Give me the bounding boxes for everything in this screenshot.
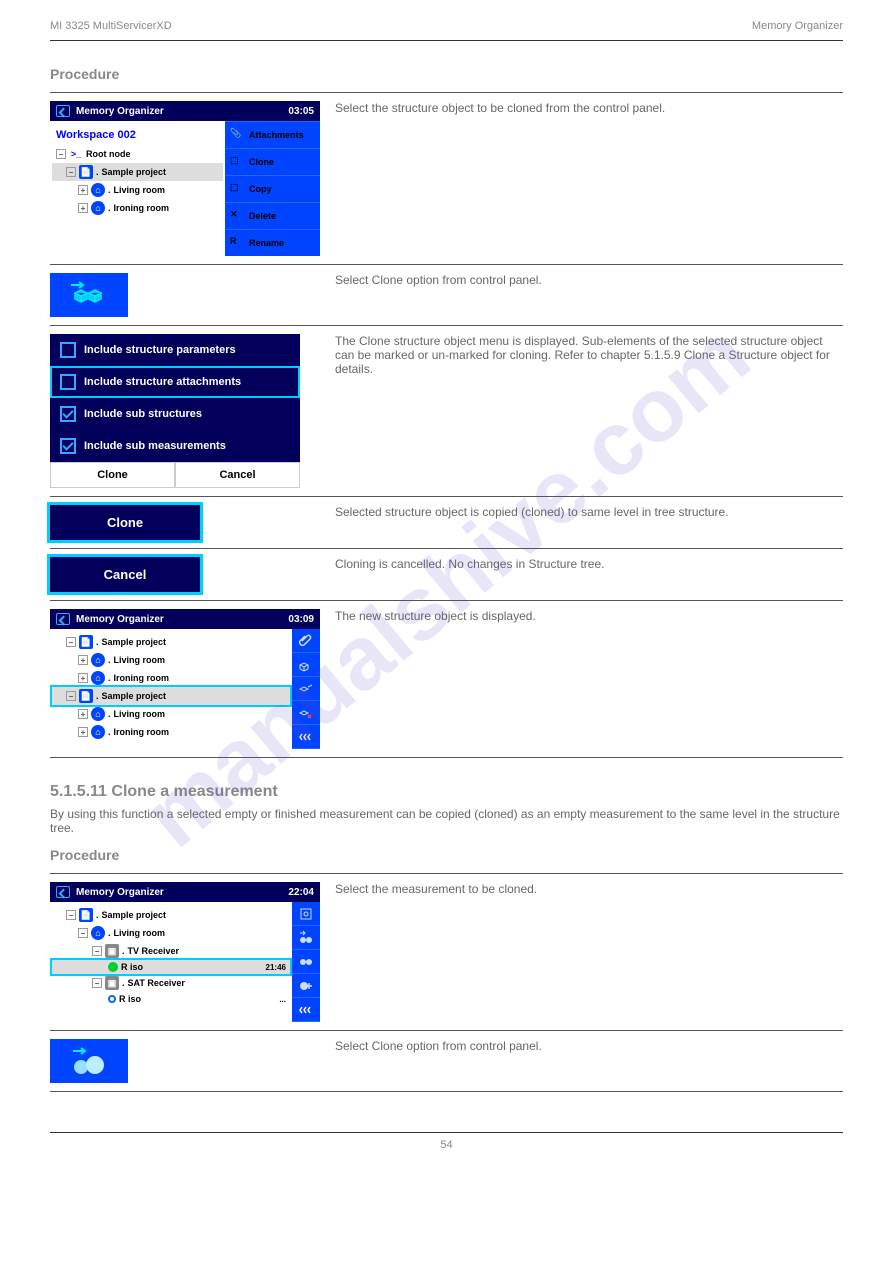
- back-icon[interactable]: [56, 886, 70, 898]
- clone-circles-icon-button[interactable]: [50, 1039, 128, 1083]
- tree-node[interactable]: Sample project: [102, 637, 167, 647]
- option-label: Include structure parameters: [84, 344, 236, 356]
- clone-box-icon[interactable]: [292, 653, 320, 677]
- back-icon[interactable]: [56, 613, 70, 625]
- step-description: Select the structure object to be cloned…: [335, 101, 843, 115]
- tree-node[interactable]: R iso: [121, 962, 143, 972]
- menu-attachments[interactable]: 📎Attachments: [225, 121, 320, 148]
- back-icon[interactable]: [56, 105, 70, 117]
- page-number: 54: [440, 1139, 452, 1151]
- option-label: Include structure attachments: [84, 376, 241, 388]
- cancel-button[interactable]: Cancel: [50, 557, 200, 592]
- device-screen-3: Memory Organizer 22:04 −📄.Sample project…: [50, 882, 320, 1022]
- attach-icon[interactable]: [292, 629, 320, 653]
- device-screen-2: Memory Organizer 03:09 −📄.Sample project…: [50, 609, 320, 749]
- tree-node[interactable]: SAT Receiver: [128, 978, 185, 988]
- option-label: Include sub structures: [84, 408, 202, 420]
- screen-time: 03:05: [288, 106, 314, 117]
- copy-circle-icon[interactable]: [292, 950, 320, 974]
- step-description: Select Clone option from control panel.: [335, 273, 843, 287]
- screen-title: Memory Organizer: [76, 614, 282, 625]
- clone-options-dialog: Include structure parameters Include str…: [50, 334, 300, 488]
- clone-circle-icon[interactable]: [292, 926, 320, 950]
- menu-rename[interactable]: RRename: [225, 229, 320, 256]
- expand-icon[interactable]: +: [78, 203, 88, 213]
- workspace-name: Workspace 002: [52, 125, 223, 145]
- step-description: The Clone structure object menu is displ…: [335, 334, 843, 376]
- screen-title: Memory Organizer: [76, 106, 282, 117]
- tree-node[interactable]: Living room: [114, 928, 166, 938]
- step-description: The new structure object is displayed.: [335, 609, 843, 623]
- tree-node[interactable]: Sample project: [102, 910, 167, 920]
- tree-node[interactable]: Ironing room: [114, 203, 170, 213]
- section-title: 5.1.5.11 Clone a measurement: [50, 783, 843, 801]
- step-description: Selected structure object is copied (clo…: [335, 505, 843, 519]
- clone-icon-button[interactable]: [50, 273, 128, 317]
- device-screen-1: Memory Organizer 03:05 Workspace 002 −>_…: [50, 101, 320, 256]
- side-toolbar: [292, 629, 320, 749]
- tree-node[interactable]: Living room: [114, 709, 166, 719]
- menu-clone[interactable]: ⬚Clone: [225, 148, 320, 175]
- tree-node[interactable]: TV Receiver: [128, 946, 180, 956]
- tree-node[interactable]: Living room: [114, 185, 166, 195]
- screen-time: 22:04: [288, 887, 314, 898]
- tree-node[interactable]: Ironing room: [114, 727, 170, 737]
- dialog-cancel-button[interactable]: Cancel: [175, 462, 300, 488]
- tree-node[interactable]: Ironing room: [114, 673, 170, 683]
- procedure-label: Procedure: [50, 847, 843, 863]
- tree-node[interactable]: Sample project: [102, 691, 167, 701]
- tree-node[interactable]: Living room: [114, 655, 166, 665]
- tree-node[interactable]: R iso: [119, 994, 141, 1004]
- procedure-label: Procedure: [50, 66, 843, 82]
- dialog-clone-button[interactable]: Clone: [50, 462, 175, 488]
- tree-node[interactable]: Root node: [86, 149, 131, 159]
- context-menu: 📎Attachments ⬚Clone ⬚Copy ✕Delete RRenam…: [225, 121, 320, 256]
- expand-icon[interactable]: +: [78, 185, 88, 195]
- tree-node[interactable]: Sample project: [102, 167, 167, 177]
- header-left: MI 3325 MultiServicerXD: [50, 20, 172, 32]
- delete-box-icon[interactable]: [292, 701, 320, 725]
- checkbox[interactable]: [60, 342, 76, 358]
- section-text: By using this function a selected empty …: [50, 807, 843, 835]
- view-icon[interactable]: [292, 902, 320, 926]
- step-description: Select Clone option from control panel.: [335, 1039, 843, 1053]
- more-icon[interactable]: [292, 725, 320, 749]
- step-description: Cloning is cancelled. No changes in Stru…: [335, 557, 843, 571]
- screen-time: 03:09: [288, 614, 314, 625]
- header-right: Memory Organizer: [752, 20, 843, 32]
- copy-box-icon[interactable]: [292, 677, 320, 701]
- screen-title: Memory Organizer: [76, 887, 282, 898]
- checkbox[interactable]: [60, 374, 76, 390]
- add-circle-icon[interactable]: [292, 974, 320, 998]
- menu-copy[interactable]: ⬚Copy: [225, 175, 320, 202]
- menu-delete[interactable]: ✕Delete: [225, 202, 320, 229]
- checkbox[interactable]: [60, 406, 76, 422]
- more-icon[interactable]: [292, 998, 320, 1022]
- checkbox[interactable]: [60, 438, 76, 454]
- expand-icon[interactable]: −: [66, 167, 76, 177]
- expand-icon[interactable]: −: [56, 149, 66, 159]
- side-toolbar: [292, 902, 320, 1022]
- option-label: Include sub measurements: [84, 440, 226, 452]
- step-description: Select the measurement to be cloned.: [335, 882, 843, 896]
- clone-button[interactable]: Clone: [50, 505, 200, 540]
